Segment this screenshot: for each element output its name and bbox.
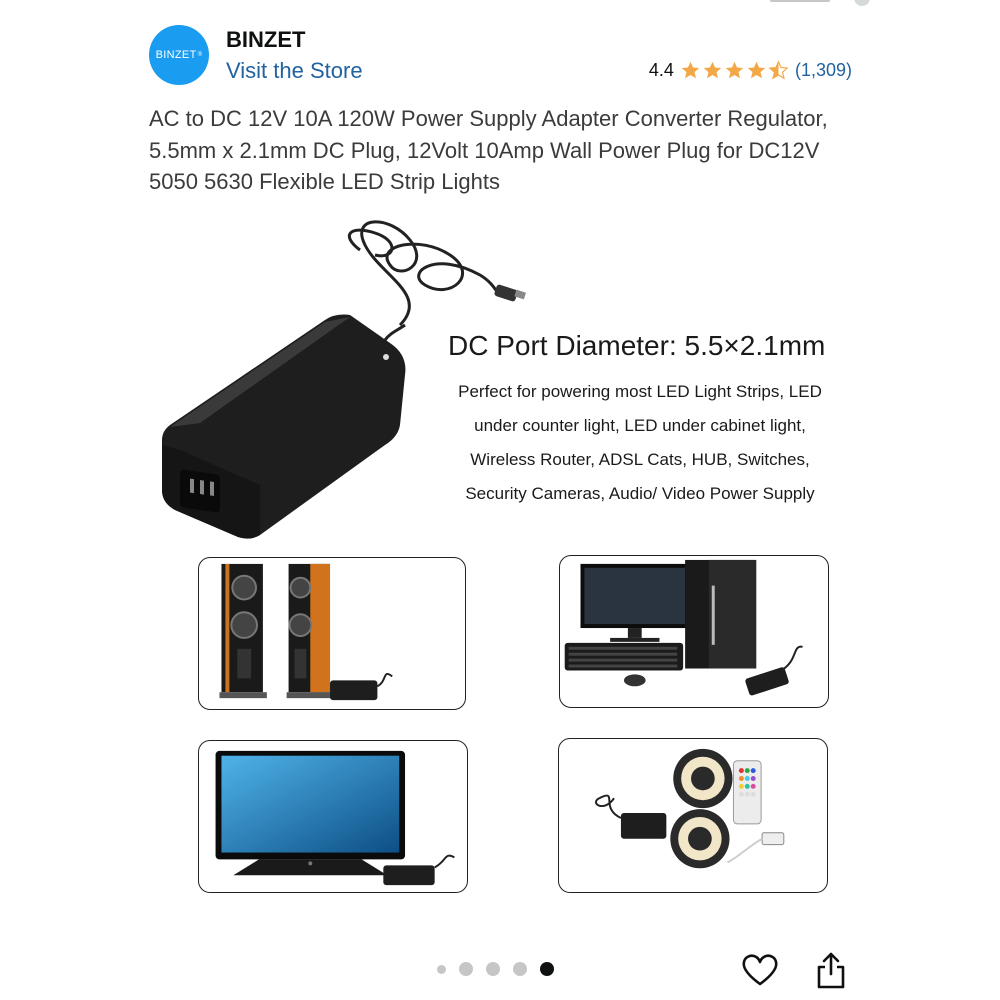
carousel-indicators [437,962,554,976]
led-strip-panel [558,738,828,893]
star-icon [681,61,700,79]
store-logo-text: BINZET [155,49,197,61]
speakers-illustration [219,563,393,701]
product-usage-description: Perfect for powering most LED Light Stri… [458,382,822,503]
carousel-dot-active[interactable] [540,962,554,976]
rating-summary[interactable]: 4.4 (1,309) [649,60,852,81]
star-icon [703,61,722,79]
share-icon[interactable] [814,950,848,990]
computer-panel [559,555,829,708]
speakers-panel [198,557,466,710]
store-logo[interactable]: BINZET ® [149,25,209,85]
star-icon [725,61,744,79]
visit-store-link[interactable]: Visit the Store [226,58,363,84]
status-bar-fragment [730,0,870,6]
rating-value: 4.4 [648,60,674,80]
carousel-dot[interactable] [513,962,527,976]
television-illustration [215,750,455,886]
product-image[interactable]: DC Port Diameter: 5.5×2.1mm Perfect for … [150,205,850,895]
status-bar-line [770,0,830,2]
port-diameter-heading: DC Port Diameter: 5.5×2.1mm [448,330,826,361]
carousel-dot[interactable] [459,962,473,976]
led-strip-illustration [594,748,785,869]
product-title: AC to DC 12V 10A 120W Power Supply Adapt… [149,106,828,194]
rating-count-link[interactable]: (1,309) [795,60,852,81]
television-panel [198,740,468,893]
carousel-dot[interactable] [437,964,446,974]
store-name: BINZET [226,27,306,52]
registered-mark-icon: ® [197,52,203,58]
status-bar-icon [854,0,870,6]
rating-stars [680,60,789,81]
computer-illustration [564,559,803,696]
half-star-icon [768,60,789,80]
heart-icon[interactable] [741,953,779,987]
carousel-dot[interactable] [486,962,500,976]
star-icon [747,61,766,79]
